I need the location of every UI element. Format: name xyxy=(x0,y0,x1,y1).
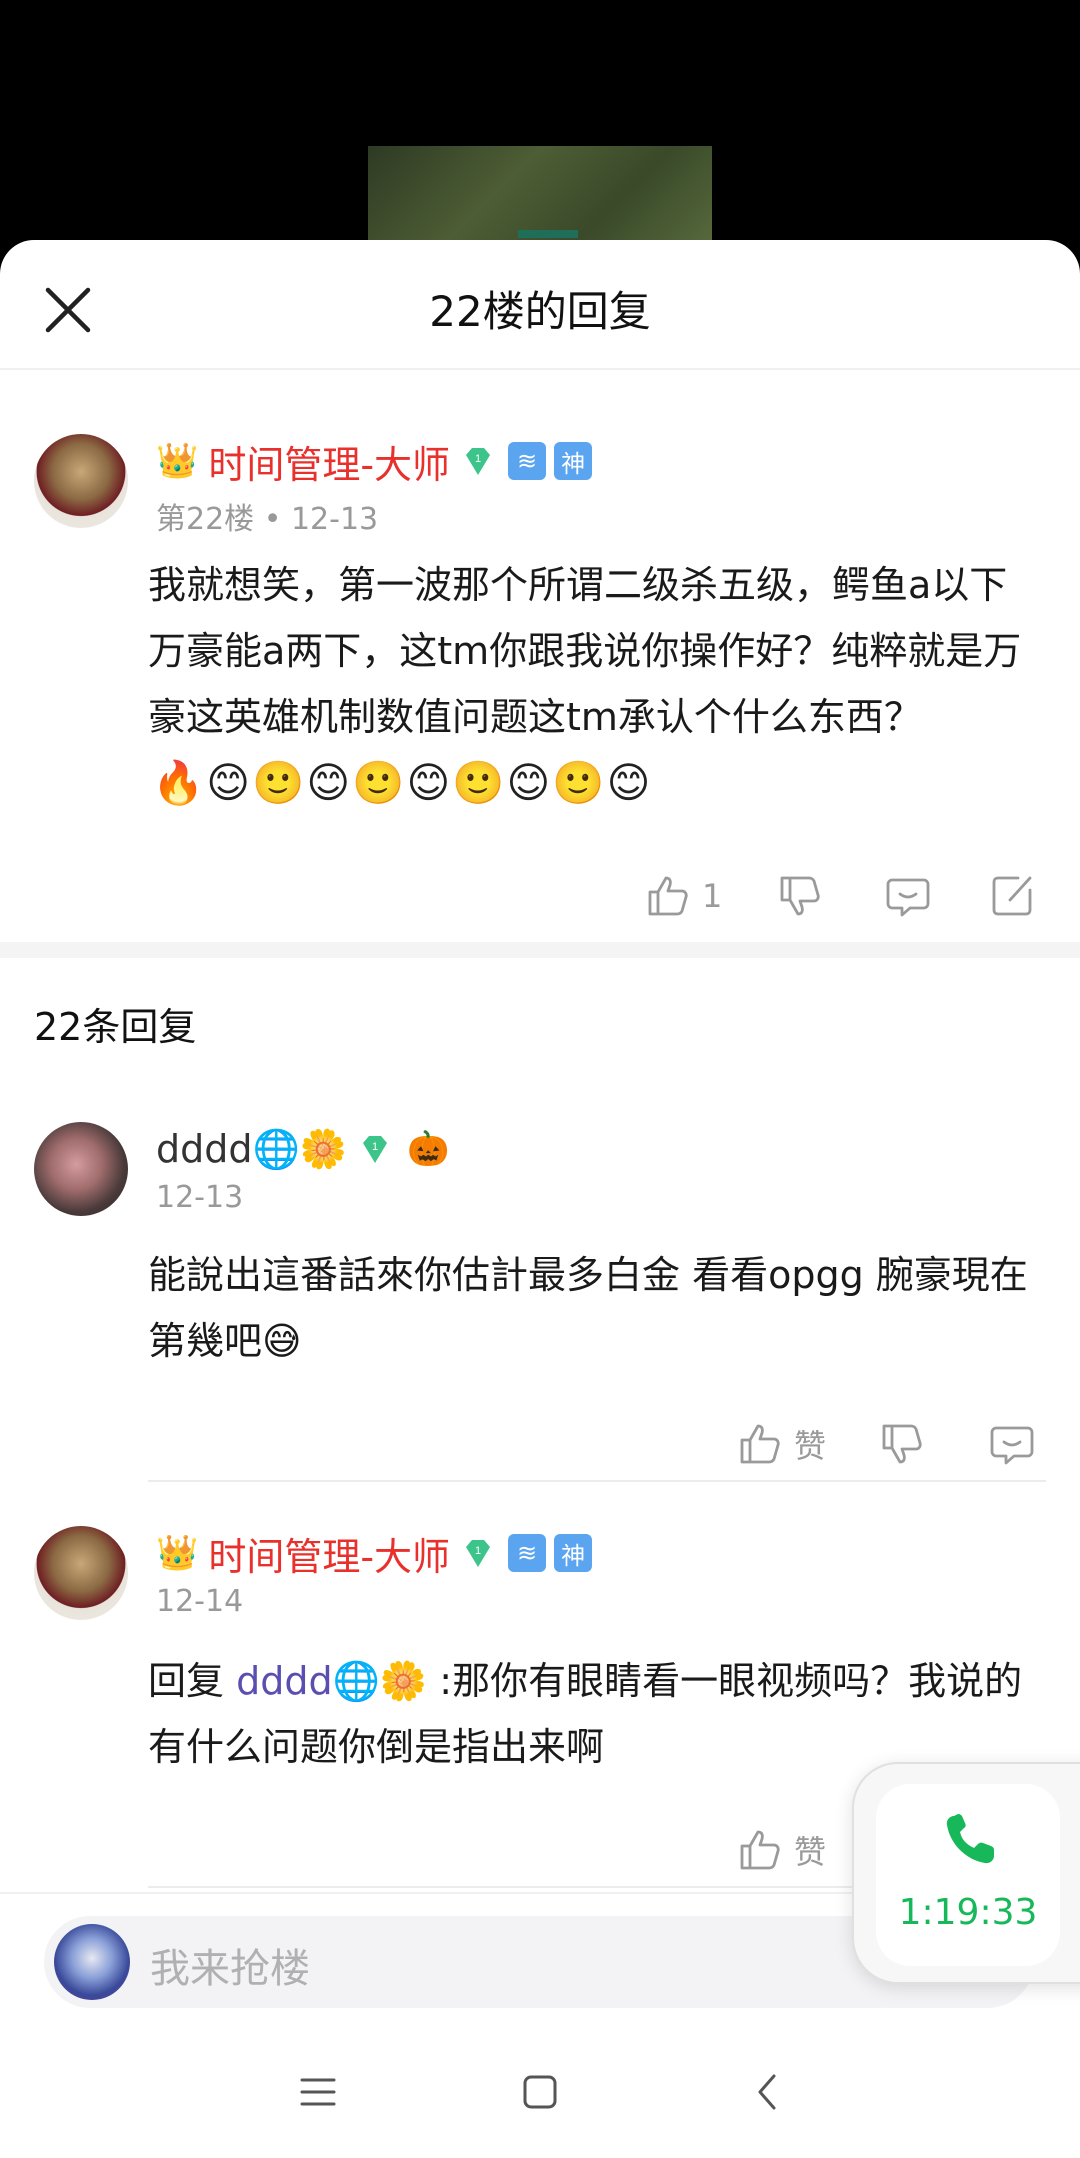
back-chevron-icon xyxy=(758,2074,776,2110)
post-content[interactable]: 我就想笑，第一波那个所谓二级杀五级，鳄鱼a以下万豪能a两下，这tm你跟我说你操作… xyxy=(148,552,1040,750)
dislike-button[interactable] xyxy=(878,1414,926,1474)
call-card: 1:19:33 xyxy=(876,1784,1060,1966)
video-background xyxy=(0,0,1080,260)
aquarius-badge-icon: ≋ xyxy=(508,1534,547,1572)
post-emojis: 🔥😊🙂😊🙂😊🙂😊🙂😊 xyxy=(152,758,653,807)
thumbs-up-icon xyxy=(740,1830,780,1870)
reply-separator xyxy=(148,1480,1046,1482)
menu-nav-button[interactable] xyxy=(290,2064,346,2120)
system-nav-bar xyxy=(0,2022,1080,2158)
call-floating-window[interactable]: 1:19:33 xyxy=(852,1762,1080,1984)
reply-content[interactable]: 回复 dddd🌐🌼 :那你有眼睛看一眼视频吗？我说的有什么问题你倒是指出来啊 xyxy=(148,1648,1040,1780)
avatar[interactable] xyxy=(34,1122,128,1216)
gem-level-icon: 1 xyxy=(357,1131,393,1167)
comment-button[interactable] xyxy=(884,866,932,926)
svg-text:1: 1 xyxy=(372,1141,378,1153)
share-button[interactable] xyxy=(988,866,1036,926)
gem-level-icon: 1 xyxy=(460,1535,496,1571)
post-meta: 第22楼 • 12-13 xyxy=(156,502,379,537)
back-nav-button[interactable] xyxy=(740,2064,796,2120)
thumbs-down-icon xyxy=(780,876,820,916)
home-nav-button[interactable] xyxy=(512,2064,568,2120)
comment-icon xyxy=(886,878,930,917)
thumbs-up-icon xyxy=(740,1424,780,1464)
sheet-header: 22楼的回复 xyxy=(0,240,1080,370)
menu-icon xyxy=(300,2078,336,2106)
like-button[interactable]: 赞 xyxy=(736,1414,826,1474)
mention-link[interactable]: dddd🌐🌼 xyxy=(236,1659,427,1703)
post-name-row: 👑 时间管理-大师 1 ≋ 神 xyxy=(156,434,593,489)
call-duration: 1:19:33 xyxy=(898,1892,1038,1933)
avatar[interactable] xyxy=(34,1526,128,1620)
reply-name-row: dddd🌐🌼 1 🎃 xyxy=(156,1124,449,1174)
like-label: 赞 xyxy=(794,1427,827,1465)
reply-name-row: 👑 时间管理-大师 1 ≋ 神 xyxy=(156,1526,593,1581)
reply-content[interactable]: 能說出這番話來你估計最多白金 看看opgg 腕豪現在第幾吧😅 xyxy=(148,1242,1040,1374)
svg-text:1: 1 xyxy=(475,1545,481,1557)
like-button[interactable]: 赞 xyxy=(736,1820,826,1880)
reply-input-placeholder: 我来抢楼 xyxy=(150,1946,310,1992)
avatar[interactable] xyxy=(34,434,128,528)
pumpkin-badge-icon: 🎃 xyxy=(407,1129,450,1169)
video-progress xyxy=(518,230,578,238)
floor-post: 👑 时间管理-大师 1 ≋ 神 第22楼 • 12-13 我就想笑，第一波那个所… xyxy=(0,370,1080,948)
svg-text:1: 1 xyxy=(475,453,481,465)
home-square-icon xyxy=(523,2075,557,2109)
god-badge-icon: 神 xyxy=(554,1534,593,1572)
phone-icon xyxy=(940,1810,1000,1870)
gem-level-icon: 1 xyxy=(460,443,496,479)
comment-icon xyxy=(990,1426,1034,1465)
edit-share-icon xyxy=(992,876,1032,916)
replies-count: 22条回复 xyxy=(34,1005,197,1049)
like-label: 赞 xyxy=(794,1833,827,1871)
video-thumbnail[interactable] xyxy=(368,146,712,240)
comment-button[interactable] xyxy=(988,1414,1036,1474)
section-divider xyxy=(0,942,1080,958)
post-username[interactable]: 时间管理-大师 xyxy=(208,434,450,489)
like-button[interactable]: 1 xyxy=(644,866,722,926)
crown-icon: 👑 xyxy=(156,1533,199,1573)
aquarius-badge-icon: ≋ xyxy=(508,442,547,480)
crown-icon: 👑 xyxy=(156,441,199,481)
reply-date: 12-14 xyxy=(156,1584,244,1619)
sheet-title: 22楼的回复 xyxy=(429,287,651,336)
thumbs-up-icon xyxy=(648,876,688,916)
reply-username[interactable]: dddd🌐🌼 xyxy=(156,1127,347,1172)
like-count: 1 xyxy=(702,877,723,915)
thumbs-down-icon xyxy=(882,1424,922,1464)
reply-username[interactable]: 时间管理-大师 xyxy=(208,1526,450,1581)
reply-prefix: 回复 xyxy=(148,1659,237,1703)
my-avatar xyxy=(54,1924,130,2000)
reply-date: 12-13 xyxy=(156,1180,244,1215)
dislike-button[interactable] xyxy=(776,866,824,926)
god-badge-icon: 神 xyxy=(554,442,593,480)
